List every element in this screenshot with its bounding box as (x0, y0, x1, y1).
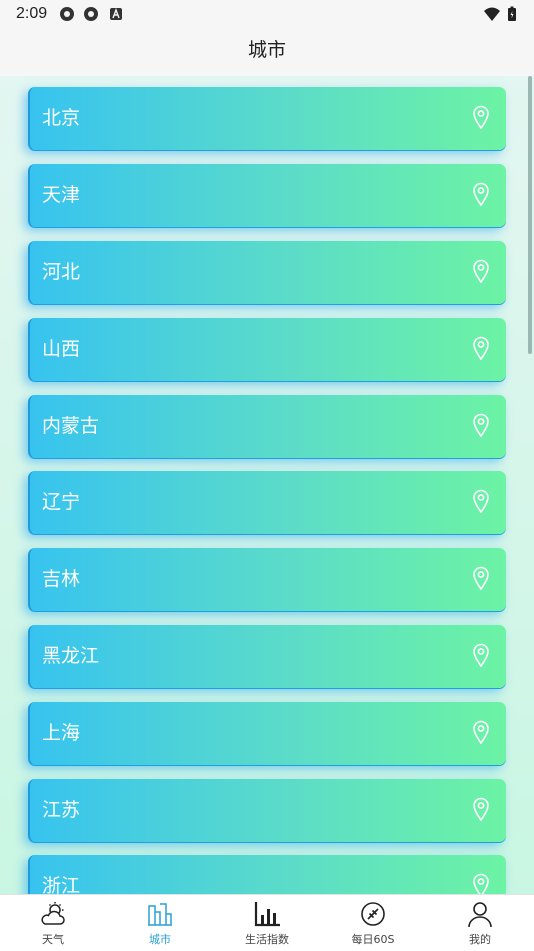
city-name: 山西 (42, 338, 81, 360)
city-card[interactable]: 上海 (28, 702, 506, 765)
tab-daily-60s[interactable]: 每日60S (333, 895, 413, 951)
city-card[interactable]: 天津 (28, 164, 506, 227)
city-card[interactable]: 内蒙古 (28, 395, 506, 458)
tab-city[interactable]: 城市 (120, 895, 200, 951)
app-notification-icon (60, 7, 74, 21)
weather-icon (41, 902, 65, 925)
location-pin-icon (473, 797, 489, 821)
city-name: 江苏 (42, 799, 81, 821)
tab-label: 每日60S (351, 933, 395, 946)
app-notification-icon (84, 7, 98, 21)
location-pin-icon (473, 413, 489, 437)
location-pin-icon (473, 873, 489, 894)
location-pin-icon (473, 336, 489, 360)
city-card[interactable]: 北京 (28, 87, 506, 150)
tab-label: 天气 (42, 933, 64, 946)
status-time: 2:09 (16, 5, 48, 22)
page-title: 城市 (247, 39, 286, 61)
location-pin-icon (473, 489, 489, 513)
tab-label: 城市 (149, 933, 171, 946)
location-pin-icon (473, 643, 489, 667)
city-list[interactable]: 北京 天津 河北 山西 内蒙古 辽宁 吉林 黑龙江 上海 江苏 浙江 (0, 76, 534, 894)
city-name: 天津 (42, 184, 81, 206)
city-name: 辽宁 (42, 491, 81, 513)
tab-label: 我的 (469, 933, 491, 946)
tab-life-index[interactable]: 生活指数 (227, 895, 307, 951)
city-card[interactable]: 浙江 (28, 855, 506, 894)
city-card[interactable]: 吉林 (28, 548, 506, 611)
city-card[interactable]: 黑龙江 (28, 625, 506, 688)
city-card[interactable]: 江苏 (28, 779, 506, 842)
city-name: 北京 (42, 107, 81, 129)
location-pin-icon (473, 720, 489, 744)
wifi-icon (484, 7, 500, 21)
tab-profile[interactable]: 我的 (440, 895, 520, 951)
city-icon (148, 903, 172, 926)
page-header: 城市 (0, 28, 534, 76)
tab-label: 生活指数 (245, 933, 289, 946)
status-bar: 2:09 (0, 0, 534, 28)
city-card[interactable]: 河北 (28, 241, 506, 304)
bar-chart-icon (254, 902, 280, 927)
battery-icon (508, 6, 516, 21)
news-icon (361, 902, 385, 926)
city-name: 内蒙古 (42, 415, 100, 437)
city-name: 黑龙江 (42, 645, 100, 667)
city-card[interactable]: 辽宁 (28, 471, 506, 534)
city-name: 河北 (42, 261, 81, 283)
city-card[interactable]: 山西 (28, 318, 506, 381)
translate-notification-icon (110, 8, 122, 20)
user-icon (468, 902, 492, 928)
location-pin-icon (473, 566, 489, 590)
location-pin-icon (473, 259, 489, 283)
scrollbar[interactable] (528, 76, 532, 354)
bottom-tab-bar: 天气 城市 生活指数 每日60S 我的 (0, 894, 534, 951)
city-name: 吉林 (42, 568, 81, 590)
city-name: 浙江 (42, 875, 81, 894)
tab-weather[interactable]: 天气 (13, 895, 93, 951)
location-pin-icon (473, 105, 489, 129)
location-pin-icon (473, 182, 489, 206)
city-name: 上海 (42, 722, 81, 744)
